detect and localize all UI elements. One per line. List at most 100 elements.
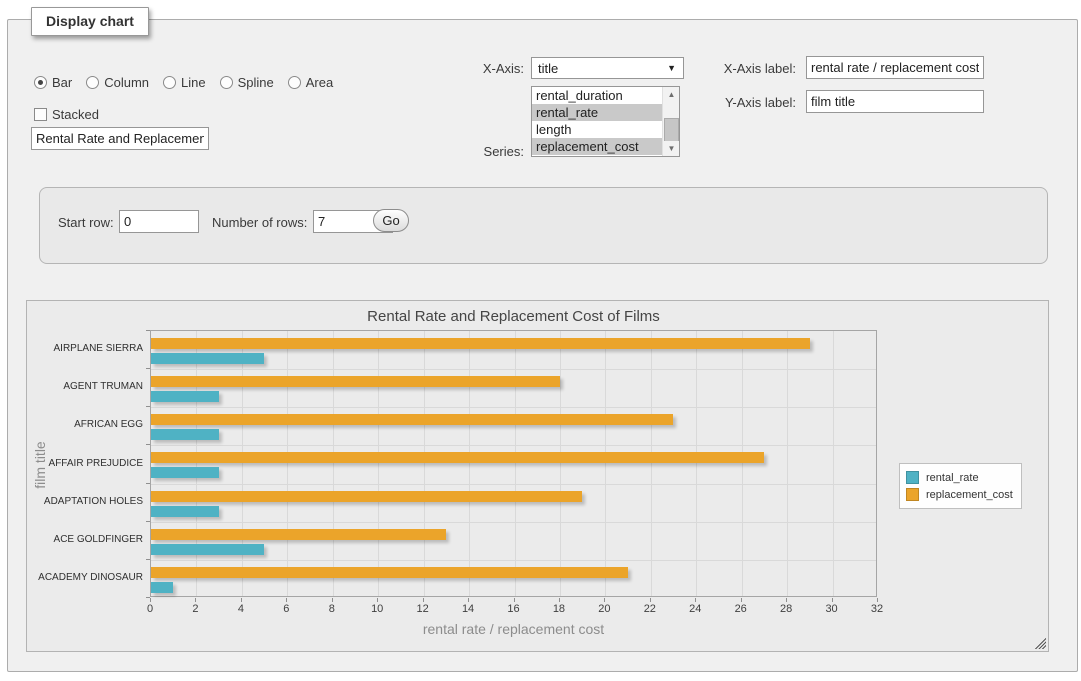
- category-label: ADAPTATION HOLES: [27, 496, 143, 507]
- x-axis-label-label: X-Axis label:: [708, 61, 796, 76]
- bar-replacement_cost: [151, 491, 582, 502]
- scrollbar-thumb[interactable]: [664, 118, 679, 142]
- gridline: [151, 522, 876, 523]
- x-tick: [695, 598, 696, 602]
- radio-icon[interactable]: [220, 76, 233, 89]
- chart-type-option-line[interactable]: Line: [163, 75, 206, 90]
- gridline: [515, 331, 516, 596]
- gridline: [787, 331, 788, 596]
- x-axis-label-input[interactable]: [806, 56, 984, 79]
- x-tick-label: 12: [408, 603, 438, 615]
- radio-label: Bar: [52, 75, 72, 90]
- x-tick: [786, 598, 787, 602]
- gridline: [287, 331, 288, 596]
- series-options: rental_durationrental_ratelengthreplacem…: [532, 87, 662, 156]
- chart-type-option-column[interactable]: Column: [86, 75, 149, 90]
- bar-replacement_cost: [151, 452, 764, 463]
- radio-icon[interactable]: [163, 76, 176, 89]
- gridline: [651, 331, 652, 596]
- bar-rental_rate: [151, 544, 264, 555]
- number-of-rows-label: Number of rows:: [212, 215, 307, 230]
- x-tick-label: 32: [862, 603, 892, 615]
- category-label: AIRPLANE SIERRA: [27, 343, 143, 354]
- x-tick-label: 24: [680, 603, 710, 615]
- bar-rental_rate: [151, 353, 264, 364]
- x-tick-label: 4: [226, 603, 256, 615]
- start-row-input[interactable]: [119, 210, 199, 233]
- bar-rental_rate: [151, 506, 219, 517]
- series-option-rental_duration[interactable]: rental_duration: [532, 87, 662, 104]
- chart-type-option-spline[interactable]: Spline: [220, 75, 274, 90]
- listbox-scrollbar[interactable]: ▲ ▼: [662, 87, 679, 156]
- chart-x-axis-title: rental rate / replacement cost: [150, 621, 877, 637]
- chart-plot-area: [150, 330, 877, 597]
- stacked-checkbox[interactable]: [34, 108, 47, 121]
- display-chart-panel: Display chart BarColumnLineSplineArea St…: [7, 19, 1078, 672]
- x-tick: [286, 598, 287, 602]
- y-axis-label-input[interactable]: [806, 90, 984, 113]
- chart-title: Rental Rate and Replacement Cost of Film…: [150, 308, 877, 325]
- y-tick: [146, 444, 150, 445]
- chart-type-option-area[interactable]: Area: [288, 75, 333, 90]
- x-tick: [832, 598, 833, 602]
- series-option-replacement_cost[interactable]: replacement_cost: [532, 138, 662, 155]
- radio-label: Area: [306, 75, 333, 90]
- radio-label: Line: [181, 75, 206, 90]
- x-tick: [195, 598, 196, 602]
- y-tick: [146, 406, 150, 407]
- scroll-up-icon[interactable]: ▲: [663, 87, 680, 102]
- x-tick: [241, 598, 242, 602]
- y-axis-label-label: Y-Axis label:: [708, 95, 796, 110]
- x-tick-label: 28: [771, 603, 801, 615]
- x-tick-label: 8: [317, 603, 347, 615]
- bar-rental_rate: [151, 582, 173, 593]
- bar-replacement_cost: [151, 567, 628, 578]
- series-option-length[interactable]: length: [532, 121, 662, 138]
- gridline: [151, 445, 876, 446]
- x-axis-select[interactable]: title ▼: [531, 57, 684, 79]
- chart-type-option-bar[interactable]: Bar: [34, 75, 72, 90]
- gridline: [424, 331, 425, 596]
- bar-replacement_cost: [151, 376, 560, 387]
- legend-label: rental_rate: [926, 472, 979, 484]
- go-button[interactable]: Go: [373, 209, 409, 232]
- x-axis-select-label: X-Axis:: [448, 61, 524, 76]
- row-range-panel: Start row: Number of rows: Go: [39, 187, 1048, 264]
- bar-replacement_cost: [151, 529, 446, 540]
- x-tick-label: 18: [544, 603, 574, 615]
- y-tick: [146, 483, 150, 484]
- legend-swatch-icon: [906, 488, 919, 501]
- chart-container: Rental Rate and Replacement Cost of Film…: [26, 300, 1049, 652]
- x-tick: [423, 598, 424, 602]
- scroll-down-icon[interactable]: ▼: [663, 141, 680, 156]
- dropdown-arrow-icon: ▼: [667, 63, 676, 73]
- panel-title: Display chart: [31, 7, 149, 36]
- legend-entry: rental_rate: [906, 469, 1013, 486]
- radio-icon[interactable]: [86, 76, 99, 89]
- x-tick: [468, 598, 469, 602]
- resize-grip-icon[interactable]: [1035, 638, 1046, 649]
- series-option-rental_rate[interactable]: rental_rate: [532, 104, 662, 121]
- x-tick-label: 10: [362, 603, 392, 615]
- bar-replacement_cost: [151, 338, 810, 349]
- legend-swatch-icon: [906, 471, 919, 484]
- radio-icon[interactable]: [34, 76, 47, 89]
- gridline: [196, 331, 197, 596]
- bar-rental_rate: [151, 467, 219, 478]
- radio-label: Spline: [238, 75, 274, 90]
- gridline: [605, 331, 606, 596]
- y-tick: [146, 368, 150, 369]
- category-label: AFFAIR PREJUDICE: [27, 458, 143, 469]
- gridline: [696, 331, 697, 596]
- stacked-option: Stacked: [34, 107, 107, 122]
- chart-title-input[interactable]: [31, 127, 209, 150]
- x-tick: [377, 598, 378, 602]
- legend-label: replacement_cost: [926, 489, 1013, 501]
- gridline: [833, 331, 834, 596]
- radio-icon[interactable]: [288, 76, 301, 89]
- series-listbox[interactable]: rental_durationrental_ratelengthreplacem…: [531, 86, 680, 157]
- category-label: ACADEMY DINOSAUR: [27, 572, 143, 583]
- gridline: [242, 331, 243, 596]
- x-tick: [650, 598, 651, 602]
- x-tick: [514, 598, 515, 602]
